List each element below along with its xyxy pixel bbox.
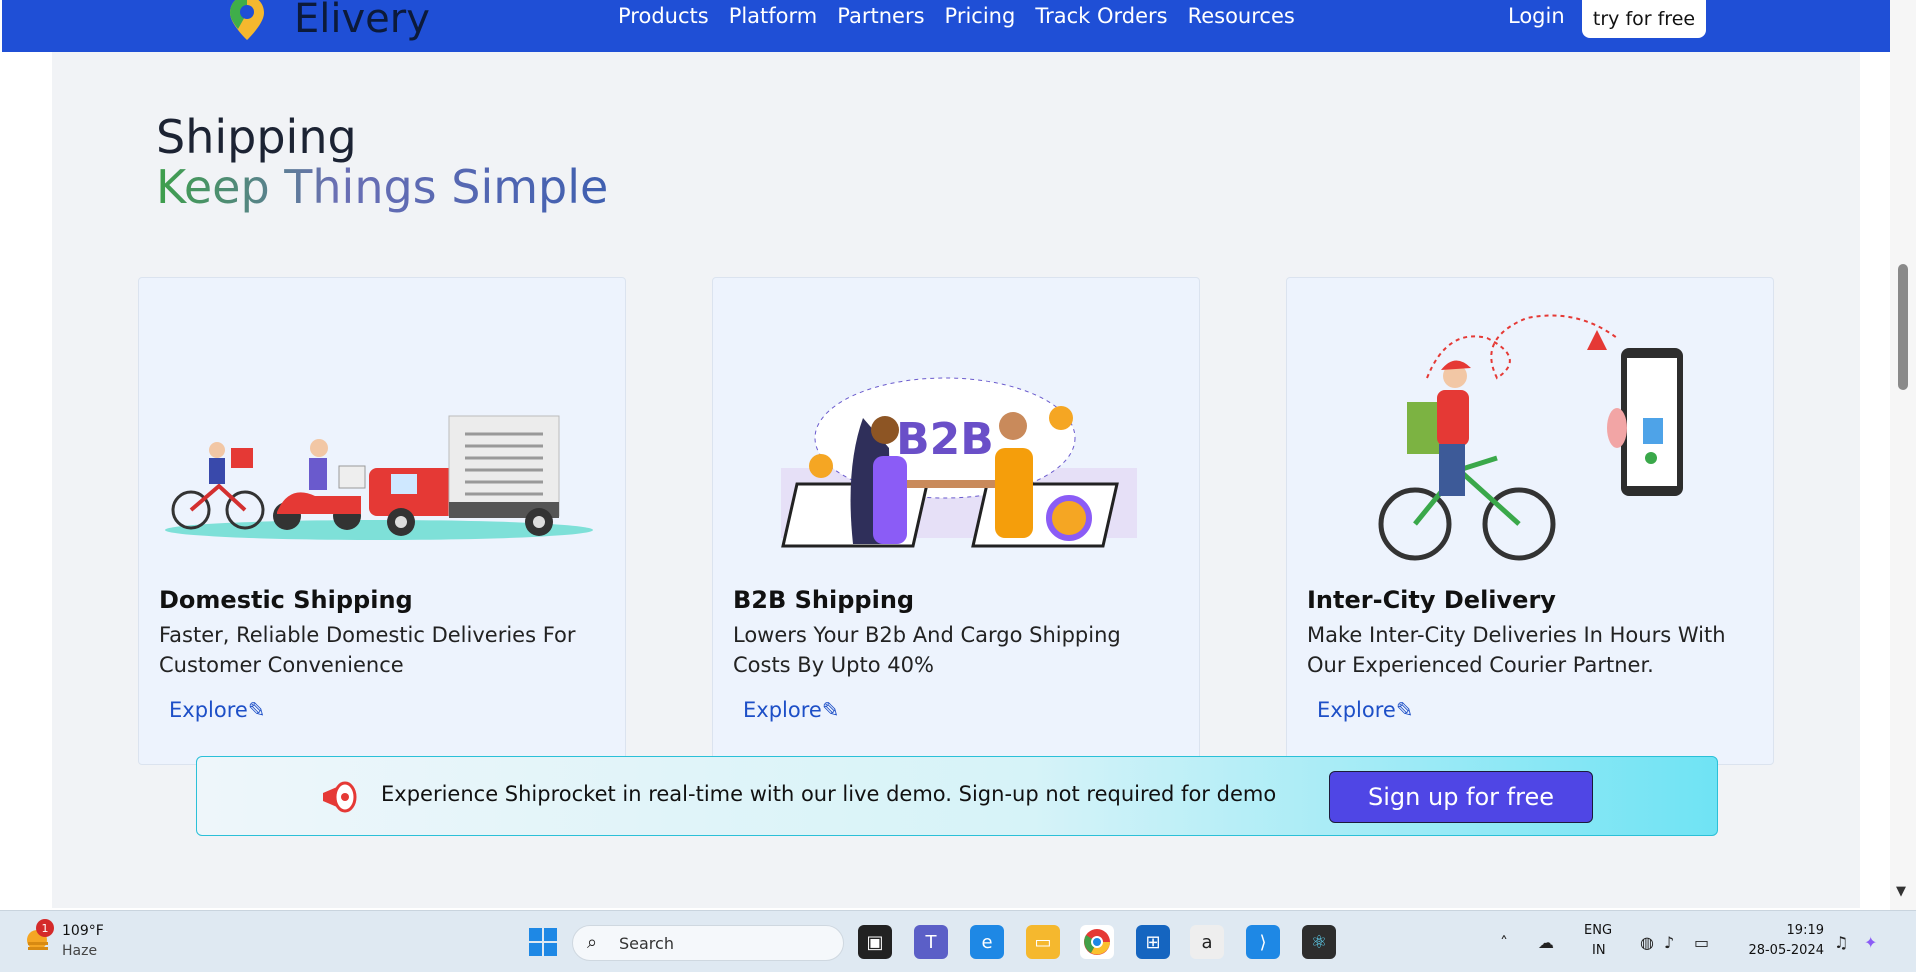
- network-globe-icon[interactable]: ◍: [1640, 933, 1654, 952]
- section-subheading: Keep Things Simple: [156, 160, 609, 214]
- card-title: B2B Shipping: [733, 586, 915, 614]
- taskbar-search-box[interactable]: ⌕ Search: [572, 925, 844, 961]
- notification-bell-icon[interactable]: ♫: [1834, 933, 1848, 952]
- card-b2b-shipping: B2B B2B Shipping Lowers Your B2b And Car…: [712, 277, 1200, 765]
- b2b-shipping-illustration: B2B: [781, 377, 1137, 548]
- battery-icon[interactable]: ▭: [1694, 933, 1709, 952]
- nav-partners[interactable]: Partners: [837, 4, 924, 28]
- clock-time[interactable]: 19:19: [1740, 923, 1824, 938]
- volume-icon[interactable]: ♪: [1664, 933, 1674, 952]
- search-icon: ⌕: [587, 932, 598, 953]
- scrollbar-thumb[interactable]: [1898, 264, 1908, 390]
- login-link[interactable]: Login: [1508, 4, 1565, 28]
- scrollbar-track[interactable]: [1890, 0, 1916, 910]
- pencil-icon: ✎: [821, 698, 840, 722]
- nav-resources[interactable]: Resources: [1188, 4, 1295, 28]
- nav-pricing[interactable]: Pricing: [945, 4, 1016, 28]
- pencil-icon: ✎: [247, 698, 266, 722]
- card-title: Domestic Shipping: [159, 586, 413, 614]
- weather-temperature[interactable]: 109°F: [62, 923, 104, 939]
- logo-pin-icon[interactable]: [226, 0, 268, 42]
- page-content: Shipping Keep Things Simple Domestic Shi…: [52, 52, 1860, 908]
- copilot-icon[interactable]: ✦: [1864, 933, 1877, 952]
- scroll-down-arrow-icon[interactable]: ▼: [1896, 884, 1906, 899]
- task-view-icon[interactable]: ▣: [858, 925, 892, 959]
- search-placeholder: Search: [619, 934, 674, 953]
- chrome-icon[interactable]: [1080, 925, 1114, 959]
- amazon-icon[interactable]: a: [1190, 925, 1224, 959]
- explore-link[interactable]: Explore✎: [743, 698, 839, 722]
- card-domestic-shipping: Domestic Shipping Faster, Reliable Domes…: [138, 277, 626, 765]
- nav-links: Products Platform Partners Pricing Track…: [618, 4, 1315, 28]
- pencil-icon: ✎: [1395, 698, 1414, 722]
- teams-icon[interactable]: T: [914, 925, 948, 959]
- onedrive-icon[interactable]: ☁: [1538, 933, 1554, 952]
- card-description: Faster, Reliable Domestic Deliveries For…: [159, 623, 576, 677]
- demo-banner: Experience Shiprocket in real-time with …: [196, 756, 1718, 836]
- vscode-icon[interactable]: ⟩: [1246, 925, 1280, 959]
- nav-track-orders[interactable]: Track Orders: [1035, 4, 1167, 28]
- brand-name[interactable]: Elivery: [294, 0, 430, 42]
- card-description: Lowers Your B2b And Cargo Shipping Costs…: [733, 623, 1121, 677]
- inter-city-delivery-illustration: [1378, 314, 1683, 561]
- edge-icon[interactable]: e: [970, 925, 1004, 959]
- card-inter-city-delivery: Inter-City Delivery Make Inter-City Deli…: [1286, 277, 1774, 765]
- explore-link[interactable]: Explore✎: [1317, 698, 1413, 722]
- top-navbar: Elivery Products Platform Partners Prici…: [2, 0, 1892, 52]
- megaphone-icon: [323, 781, 357, 813]
- react-icon[interactable]: ⚛: [1302, 925, 1336, 959]
- sign-up-button[interactable]: Sign up for free: [1329, 771, 1593, 823]
- language-region[interactable]: IN: [1592, 943, 1606, 958]
- chevron-up-icon[interactable]: ˄: [1500, 933, 1508, 952]
- section-heading: Shipping: [156, 110, 357, 164]
- weather-badge: 1: [36, 919, 54, 937]
- banner-text: Experience Shiprocket in real-time with …: [381, 782, 1277, 806]
- explore-label: Explore: [743, 698, 822, 722]
- weather-condition[interactable]: Haze: [62, 943, 97, 959]
- microsoft-store-icon[interactable]: ⊞: [1136, 925, 1170, 959]
- clock-date[interactable]: 28-05-2024: [1730, 943, 1824, 958]
- domestic-shipping-illustration: [165, 415, 593, 540]
- try-for-free-button[interactable]: try for free: [1582, 0, 1706, 38]
- explore-link[interactable]: Explore✎: [169, 698, 265, 722]
- nav-products[interactable]: Products: [618, 4, 709, 28]
- card-title: Inter-City Delivery: [1307, 586, 1556, 614]
- windows-start-icon[interactable]: [526, 925, 560, 959]
- b2b-text: B2B: [896, 414, 994, 465]
- windows-taskbar: 1 109°F Haze ⌕ Search ▣ T e ▭ ⊞ a ⟩ ⚛ ˄ …: [0, 910, 1916, 972]
- file-explorer-icon[interactable]: ▭: [1026, 925, 1060, 959]
- explore-label: Explore: [1317, 698, 1396, 722]
- nav-platform[interactable]: Platform: [729, 4, 818, 28]
- card-description: Make Inter-City Deliveries In Hours With…: [1307, 623, 1726, 677]
- language-indicator[interactable]: ENG: [1584, 923, 1612, 938]
- explore-label: Explore: [169, 698, 248, 722]
